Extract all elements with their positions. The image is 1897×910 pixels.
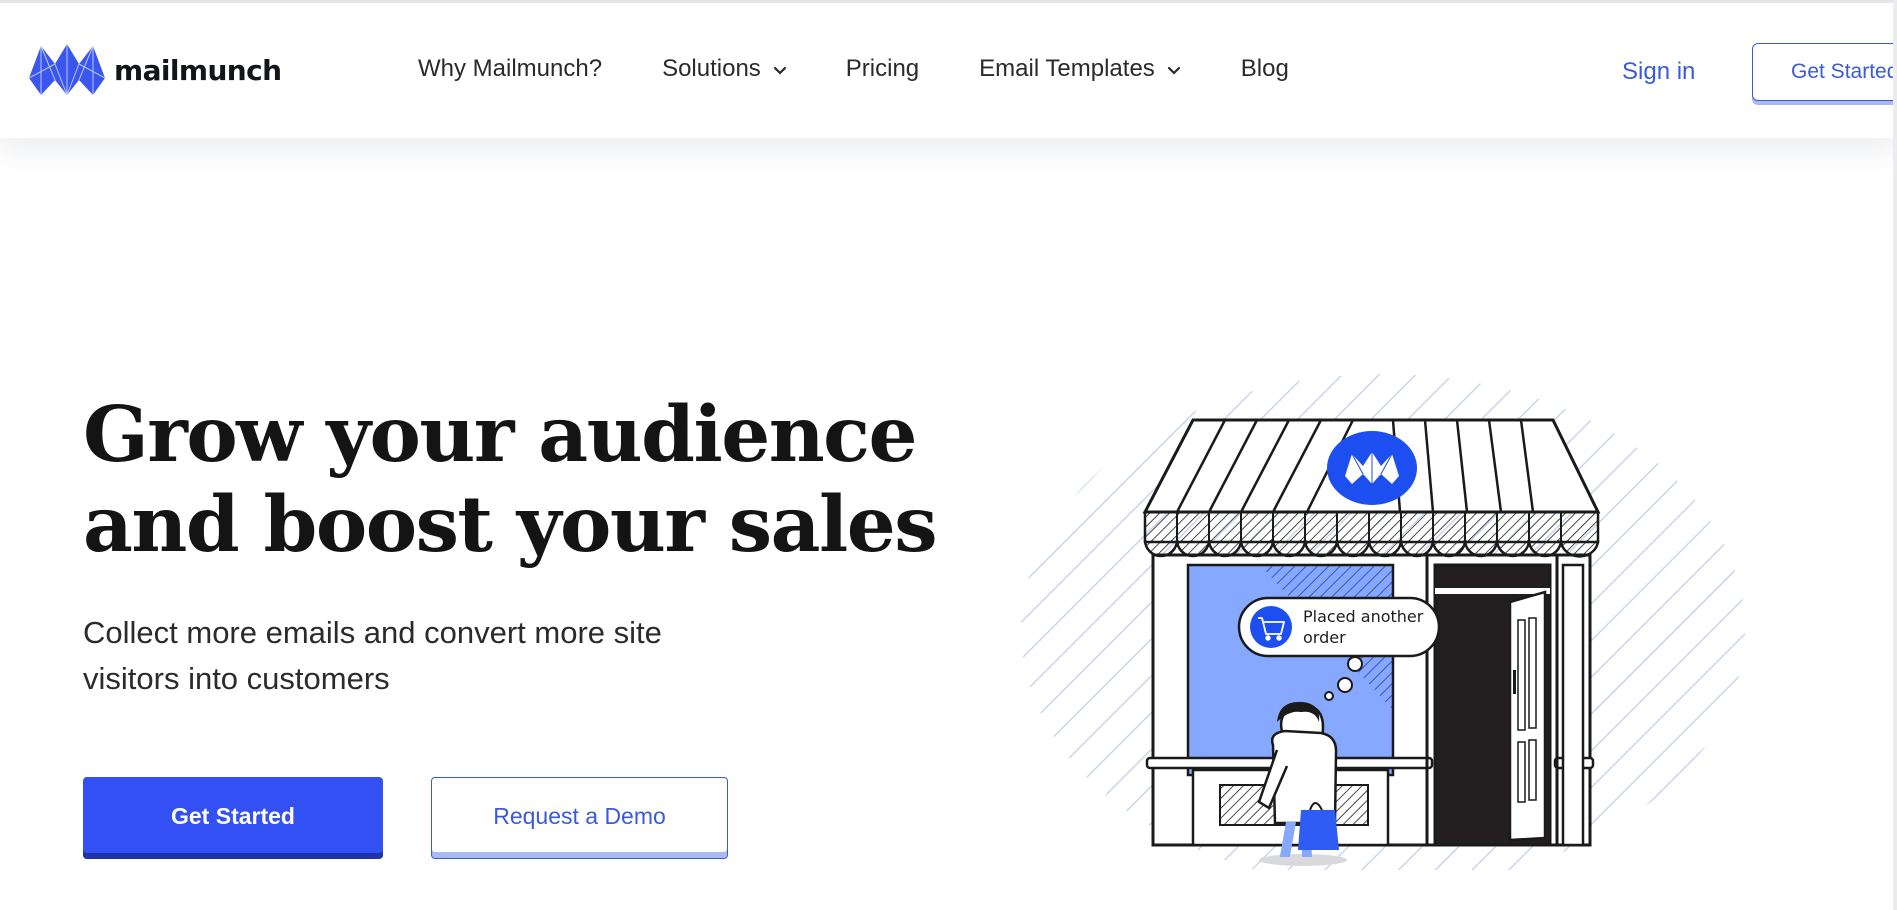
nav-solutions-label: Solutions (662, 55, 761, 82)
chevron-down-icon (1167, 66, 1180, 75)
scrollbar[interactable] (1893, 0, 1897, 910)
main-nav: Why Mailmunch? Solutions Pricing Email T… (418, 55, 1289, 83)
mailmunch-logo-icon (29, 44, 105, 96)
nav-pricing[interactable]: Pricing (846, 55, 919, 83)
hero-subtitle-line-1: Collect more emails and convert more sit… (83, 615, 662, 650)
nav-email-templates[interactable]: Email Templates (979, 55, 1181, 83)
get-started-button[interactable]: Get Started (83, 777, 383, 859)
nav-solutions[interactable]: Solutions (662, 55, 787, 83)
nav-pricing-label: Pricing (845, 55, 920, 82)
brand-name: mailmunch (114, 53, 282, 87)
hero-title-line-2: and boost your sales (83, 480, 938, 570)
nav-blog[interactable]: Blog (1241, 55, 1289, 83)
nav-why-mailmunch[interactable]: Why Mailmunch? (418, 55, 602, 83)
hero-title-line-1: Grow your audience (83, 390, 918, 480)
hero-subtitle: Collect more emails and convert more sit… (83, 610, 662, 702)
storefront-illustration: Placed another order (1021, 374, 1745, 870)
logo[interactable]: mailmunch (29, 44, 282, 96)
sign-in-link[interactable]: Sign in (1622, 58, 1695, 86)
nav-blog-label: Blog (1240, 55, 1289, 82)
header-get-started-button[interactable]: Get Started (1752, 43, 1897, 101)
chevron-down-icon (773, 66, 786, 75)
bubble-text-line-2: order (1303, 628, 1346, 647)
nav-why-mailmunch-label: Why Mailmunch? (418, 55, 603, 82)
hero-subtitle-line-2: visitors into customers (83, 661, 390, 696)
request-demo-button[interactable]: Request a Demo (431, 777, 728, 859)
shopping-bag-icon (1298, 802, 1339, 850)
site-header: mailmunch Why Mailmunch? Solutions Prici… (0, 3, 1897, 138)
cart-icon-badge (1250, 606, 1292, 648)
hero-title: Grow your audience and boost your sales (83, 390, 938, 570)
bubble-text-line-1: Placed another (1303, 607, 1424, 626)
nav-email-templates-label: Email Templates (979, 55, 1155, 82)
